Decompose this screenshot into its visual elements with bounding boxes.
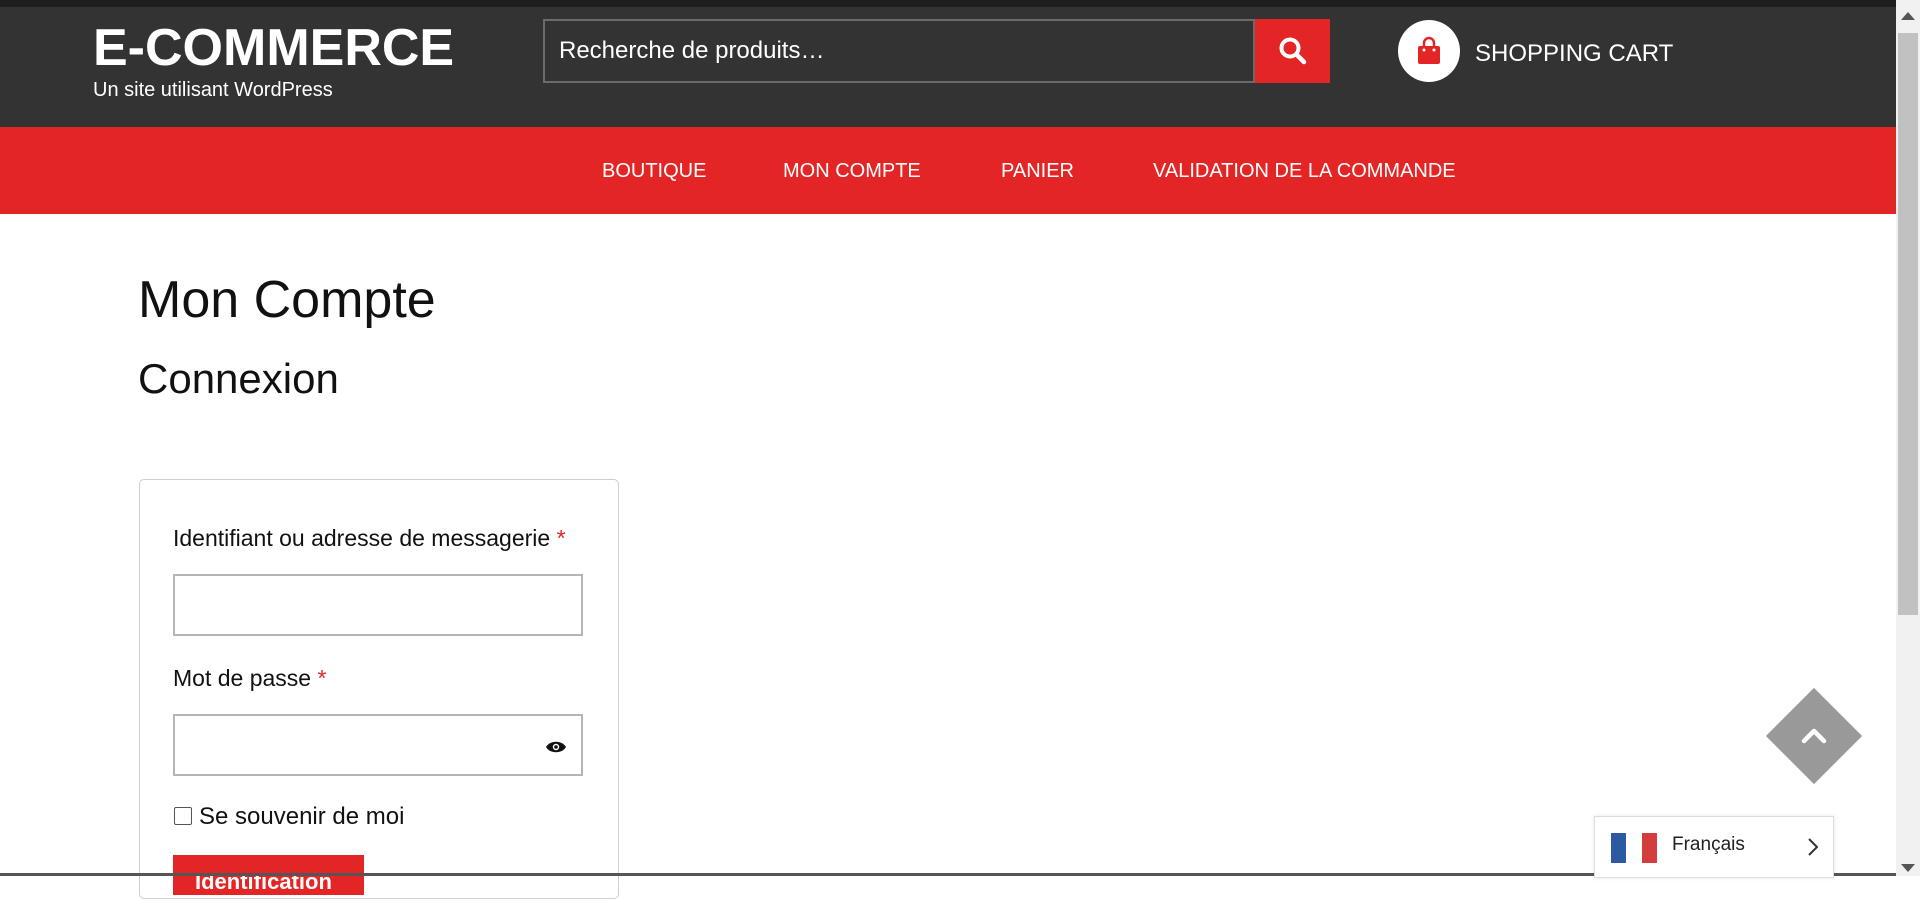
section-title: Connexion	[138, 355, 339, 402]
scrollbar-thumb[interactable]	[1898, 33, 1918, 615]
remember-me-checkbox[interactable]	[174, 807, 192, 825]
scroll-up-arrow-icon[interactable]	[1900, 8, 1916, 26]
product-search-input[interactable]: Recherche de produits…	[543, 19, 1255, 83]
username-label-text: Identifiant ou adresse de messagerie	[173, 525, 551, 551]
shopping-bag-icon	[1418, 36, 1440, 64]
username-field[interactable]	[173, 574, 583, 636]
site-branding[interactable]: E-COMMERCE Un site utilisant WordPress	[93, 20, 454, 102]
required-marker: *	[317, 665, 327, 691]
password-label-text: Mot de passe	[173, 665, 312, 691]
cart-label[interactable]: SHOPPING CART	[1475, 40, 1673, 68]
eye-icon	[546, 741, 566, 753]
language-switcher[interactable]: Français	[1594, 816, 1834, 878]
username-label: Identifiant ou adresse de messagerie *	[173, 524, 566, 552]
nav-item-boutique[interactable]: BOUTIQUE	[602, 159, 706, 183]
password-label: Mot de passe *	[173, 664, 326, 692]
nav-item-mon-compte[interactable]: MON COMPTE	[783, 159, 921, 183]
main-navigation: BOUTIQUE MON COMPTE PANIER VALIDATION DE…	[0, 127, 1896, 214]
chevron-right-icon	[1807, 837, 1819, 862]
required-marker: *	[556, 525, 566, 551]
site-title[interactable]: E-COMMERCE	[93, 20, 454, 76]
show-password-button[interactable]	[545, 739, 567, 760]
page-title: Mon Compte	[138, 271, 436, 329]
search-button[interactable]	[1255, 19, 1330, 83]
nav-item-panier[interactable]: PANIER	[1001, 159, 1074, 183]
site-tagline: Un site utilisant WordPress	[93, 79, 333, 101]
cart-button[interactable]	[1398, 20, 1460, 82]
french-flag-icon	[1611, 833, 1657, 863]
password-field[interactable]	[173, 714, 583, 776]
nav-item-validation-commande[interactable]: VALIDATION DE LA COMMANDE	[1153, 159, 1456, 183]
scroll-down-arrow-icon[interactable]	[1900, 860, 1916, 878]
remember-me-label[interactable]: Se souvenir de moi	[199, 803, 404, 831]
chevron-up-icon	[1798, 720, 1830, 757]
language-label: Français	[1672, 834, 1745, 855]
search-icon	[1279, 37, 1306, 65]
